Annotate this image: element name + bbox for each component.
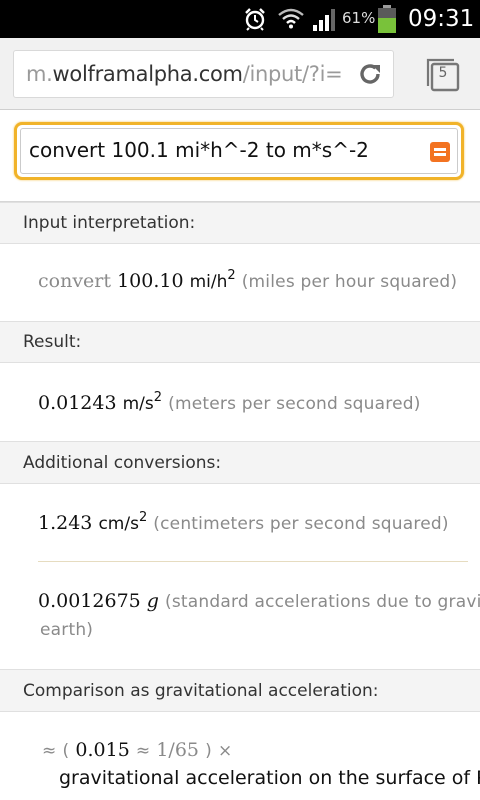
battery-percent: 61% — [342, 9, 376, 27]
url-field[interactable]: m.wolframalpha.com/input/?i= — [13, 50, 394, 98]
conversion-value: 1.243 — [38, 512, 93, 534]
result-description: (meters per second squared) — [168, 394, 421, 414]
clock: 09:31 — [408, 6, 475, 32]
url-path: /input/?i= — [242, 62, 343, 86]
comparison-close: ) — [205, 741, 212, 761]
result-unit: m/s2 — [122, 390, 162, 414]
pod-body-input-interpretation: convert 100.10 mi/h2 (miles per hour squ… — [0, 244, 480, 322]
comparison-approx: ≈ — [42, 741, 57, 761]
conversion-line: 1.243 cm/s2 (centimeters per second squa… — [38, 510, 449, 534]
signal-icon — [313, 9, 335, 31]
result-value: 0.01243 — [38, 392, 117, 414]
conversion-value: 0.0012675 — [38, 590, 141, 612]
battery-icon — [378, 5, 396, 33]
pod-header-result: Result: — [0, 321, 480, 363]
divider — [38, 561, 468, 562]
interpretation-line: convert 100.10 mi/h2 (miles per hour squ… — [38, 268, 457, 292]
pod-body-additional-conversions: 1.243 cm/s2 (centimeters per second squa… — [0, 484, 480, 670]
result-exponent: 2 — [153, 390, 163, 405]
comparison-value: 0.015 — [75, 739, 130, 761]
pod-header-comparison: Comparison as gravitational acceleration… — [0, 669, 480, 712]
conversion-exponent: 2 — [138, 510, 148, 525]
conversion-unit: cm/s2 — [98, 510, 147, 534]
reload-icon[interactable] — [355, 59, 385, 89]
pod-body-result: 0.01243 m/s2 (meters per second squared) — [0, 363, 480, 442]
conversion-description-continued: earth) — [40, 620, 94, 640]
comparison-approx2: ≈ — [135, 741, 151, 761]
comparison-times: × — [217, 741, 233, 761]
conversion-description: (standard accelerations due to gravity o… — [165, 592, 480, 612]
comparison-open: ( — [62, 741, 70, 761]
alarm-icon — [245, 8, 265, 31]
interpretation-prefix: convert — [38, 270, 112, 292]
pod-title: Additional conversions: — [23, 453, 222, 473]
interpretation-description: (miles per hour squared) — [241, 272, 458, 292]
equals-icon[interactable] — [430, 142, 450, 162]
interpretation-unit-text: mi/h — [189, 272, 228, 292]
wifi-icon — [278, 8, 304, 29]
result-line: 0.01243 m/s2 (meters per second squared) — [38, 390, 421, 414]
result-unit-text: m/s — [122, 394, 154, 414]
pod-header-input-interpretation: Input interpretation: — [0, 202, 480, 244]
conversion-line: 0.0012675 g (standard accelerations due … — [38, 590, 480, 612]
pod-body-comparison: ≈ ( 0.015 ≈ 1/65 ) × gravitational accel… — [0, 712, 480, 800]
tabs-count: 5 — [438, 65, 448, 81]
query-input-frame: convert 100.1 mi*h^-2 to m*s^-2 — [14, 122, 464, 180]
status-bar: 61% 09:31 — [0, 0, 480, 38]
pod-title: Result: — [23, 332, 82, 352]
pod-header-additional-conversions: Additional conversions: — [0, 441, 480, 484]
comparison-description: gravitational acceleration on the surfac… — [59, 767, 480, 789]
comparison-fraction: 1/65 — [156, 739, 200, 761]
conversion-unit-text: cm/s — [98, 514, 139, 534]
interpretation-exponent: 2 — [227, 268, 236, 283]
query-input[interactable]: convert 100.1 mi*h^-2 to m*s^-2 — [20, 128, 458, 174]
comparison-line: ≈ ( 0.015 ≈ 1/65 ) × — [42, 739, 232, 761]
query-area: convert 100.1 mi*h^-2 to m*s^-2 — [0, 110, 480, 202]
conversion-description: (centimeters per second squared) — [153, 514, 449, 534]
query-text: convert 100.1 mi*h^-2 to m*s^-2 — [29, 138, 369, 162]
url-text: m.wolframalpha.com/input/?i= — [26, 62, 343, 86]
url-host: wolframalpha.com — [52, 62, 243, 86]
pod-title: Input interpretation: — [23, 213, 196, 233]
browser-toolbar: m.wolframalpha.com/input/?i= 5 — [0, 38, 480, 110]
url-prefix: m. — [26, 62, 53, 86]
conversion-unit: g — [146, 590, 159, 612]
pod-title: Comparison as gravitational acceleration… — [23, 681, 379, 701]
interpretation-unit: mi/h2 — [189, 268, 236, 292]
interpretation-value: 100.10 — [117, 270, 184, 292]
